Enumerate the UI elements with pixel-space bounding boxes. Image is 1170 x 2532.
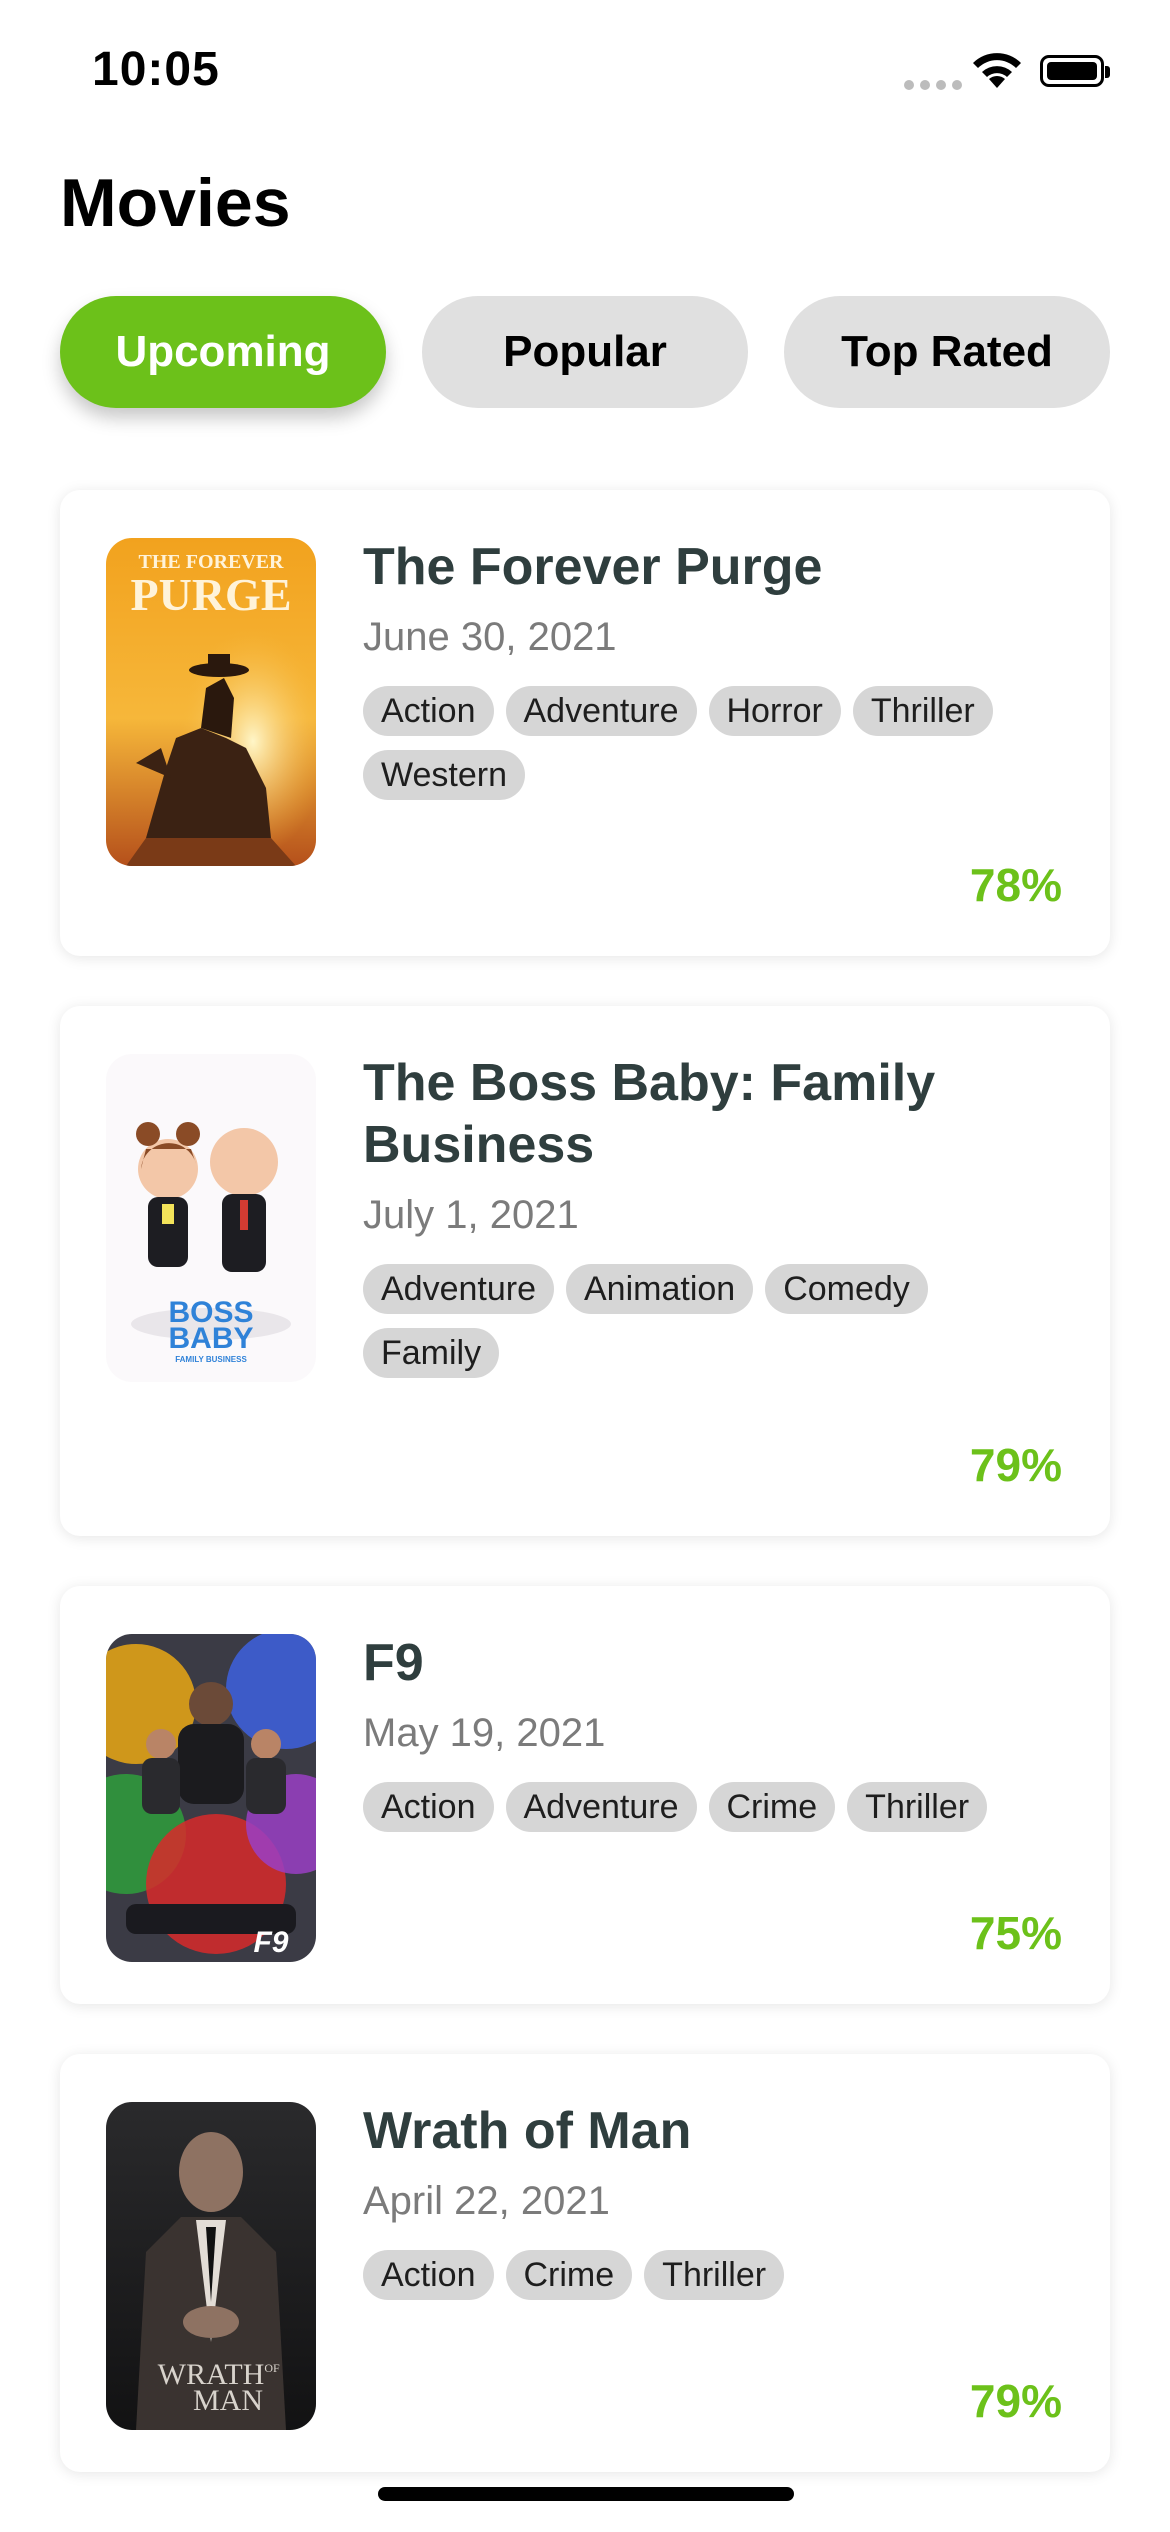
genre-tag: Thriller (852, 686, 993, 736)
genre-list: Adventure Animation Comedy Family (363, 1264, 1063, 1378)
category-tabs: Upcoming Popular Top Rated (60, 296, 1110, 408)
svg-text:OF: OF (264, 2361, 280, 2375)
movie-info: Wrath of Man April 22, 2021 Action Crime… (363, 2100, 1063, 2300)
genre-tag: Adventure (505, 686, 697, 736)
rating-score: 78% (969, 859, 1062, 911)
genre-tag: Western (363, 750, 525, 800)
genre-list: Action Adventure Crime Thriller (363, 1782, 1063, 1832)
genre-tag: Animation (566, 1264, 754, 1314)
svg-text:FAMILY BUSINESS: FAMILY BUSINESS (175, 1355, 247, 1364)
release-date: April 22, 2021 (363, 2179, 610, 2223)
genre-tag: Action (363, 686, 494, 736)
genre-tag: Crime (505, 2250, 633, 2300)
status-bar: 10:05 (0, 0, 1170, 150)
genre-tag: Adventure (363, 1264, 554, 1314)
svg-text:MAN: MAN (193, 2384, 263, 2417)
cellular-signal-icon (904, 80, 962, 90)
movie-poster: THE FOREVER PURGE (106, 538, 316, 866)
genre-tag: Action (363, 2250, 494, 2300)
genre-list: Action Crime Thriller (363, 2250, 1063, 2300)
movie-title: F9 (363, 1634, 424, 1692)
movie-title: The Boss Baby: Family Business (363, 1054, 936, 1174)
movie-title: Wrath of Man (363, 2102, 692, 2160)
movie-poster: WRATH OF MAN (106, 2102, 316, 2430)
genre-tag: Horror (708, 686, 841, 736)
genre-list: Action Adventure Horror Thriller Western (363, 686, 1063, 800)
rating-score: 75% (969, 1907, 1062, 1959)
genre-tag: Adventure (505, 1782, 697, 1832)
genre-tag: Action (363, 1782, 494, 1832)
movie-card[interactable]: F9 F9 May 19, 2021 Action Adventure Crim… (60, 1586, 1110, 2004)
movie-card[interactable]: WRATH OF MAN Wrath of Man April 22, 2021… (60, 2054, 1110, 2472)
home-indicator[interactable] (378, 2487, 794, 2501)
movie-title: The Forever Purge (363, 538, 823, 596)
movie-card[interactable]: BOSS BABY FAMILY BUSINESS The Boss Baby:… (60, 1006, 1110, 1536)
svg-text:F9: F9 (253, 1926, 288, 1959)
genre-tag: Thriller (644, 2250, 785, 2300)
release-date: July 1, 2021 (363, 1193, 579, 1237)
genre-tag: Crime (708, 1782, 836, 1832)
release-date: May 19, 2021 (363, 1711, 606, 1755)
movie-info: The Boss Baby: Family Business July 1, 2… (363, 1052, 1063, 1378)
tab-top-rated[interactable]: Top Rated (784, 296, 1110, 408)
svg-text:BABY: BABY (168, 1322, 253, 1355)
rating-score: 79% (969, 2375, 1062, 2427)
movie-card[interactable]: THE FOREVER PURGE The Forever Purge June… (60, 490, 1110, 956)
movie-info: The Forever Purge June 30, 2021 Action A… (363, 536, 1063, 800)
movie-poster: BOSS BABY FAMILY BUSINESS (106, 1054, 316, 1382)
movie-info: F9 May 19, 2021 Action Adventure Crime T… (363, 1632, 1063, 1832)
battery-icon (1040, 55, 1110, 87)
release-date: June 30, 2021 (363, 615, 617, 659)
genre-tag: Thriller (847, 1782, 988, 1832)
genre-tag: Family (363, 1328, 500, 1378)
wifi-icon (973, 53, 1021, 88)
movie-poster: F9 (106, 1634, 316, 1962)
svg-text:PURGE: PURGE (131, 569, 292, 620)
rating-score: 79% (969, 1439, 1062, 1491)
genre-tag: Comedy (765, 1264, 928, 1314)
page-title: Movies (60, 165, 291, 241)
status-time: 10:05 (92, 43, 220, 96)
tab-upcoming[interactable]: Upcoming (60, 296, 386, 408)
tab-popular[interactable]: Popular (422, 296, 748, 408)
